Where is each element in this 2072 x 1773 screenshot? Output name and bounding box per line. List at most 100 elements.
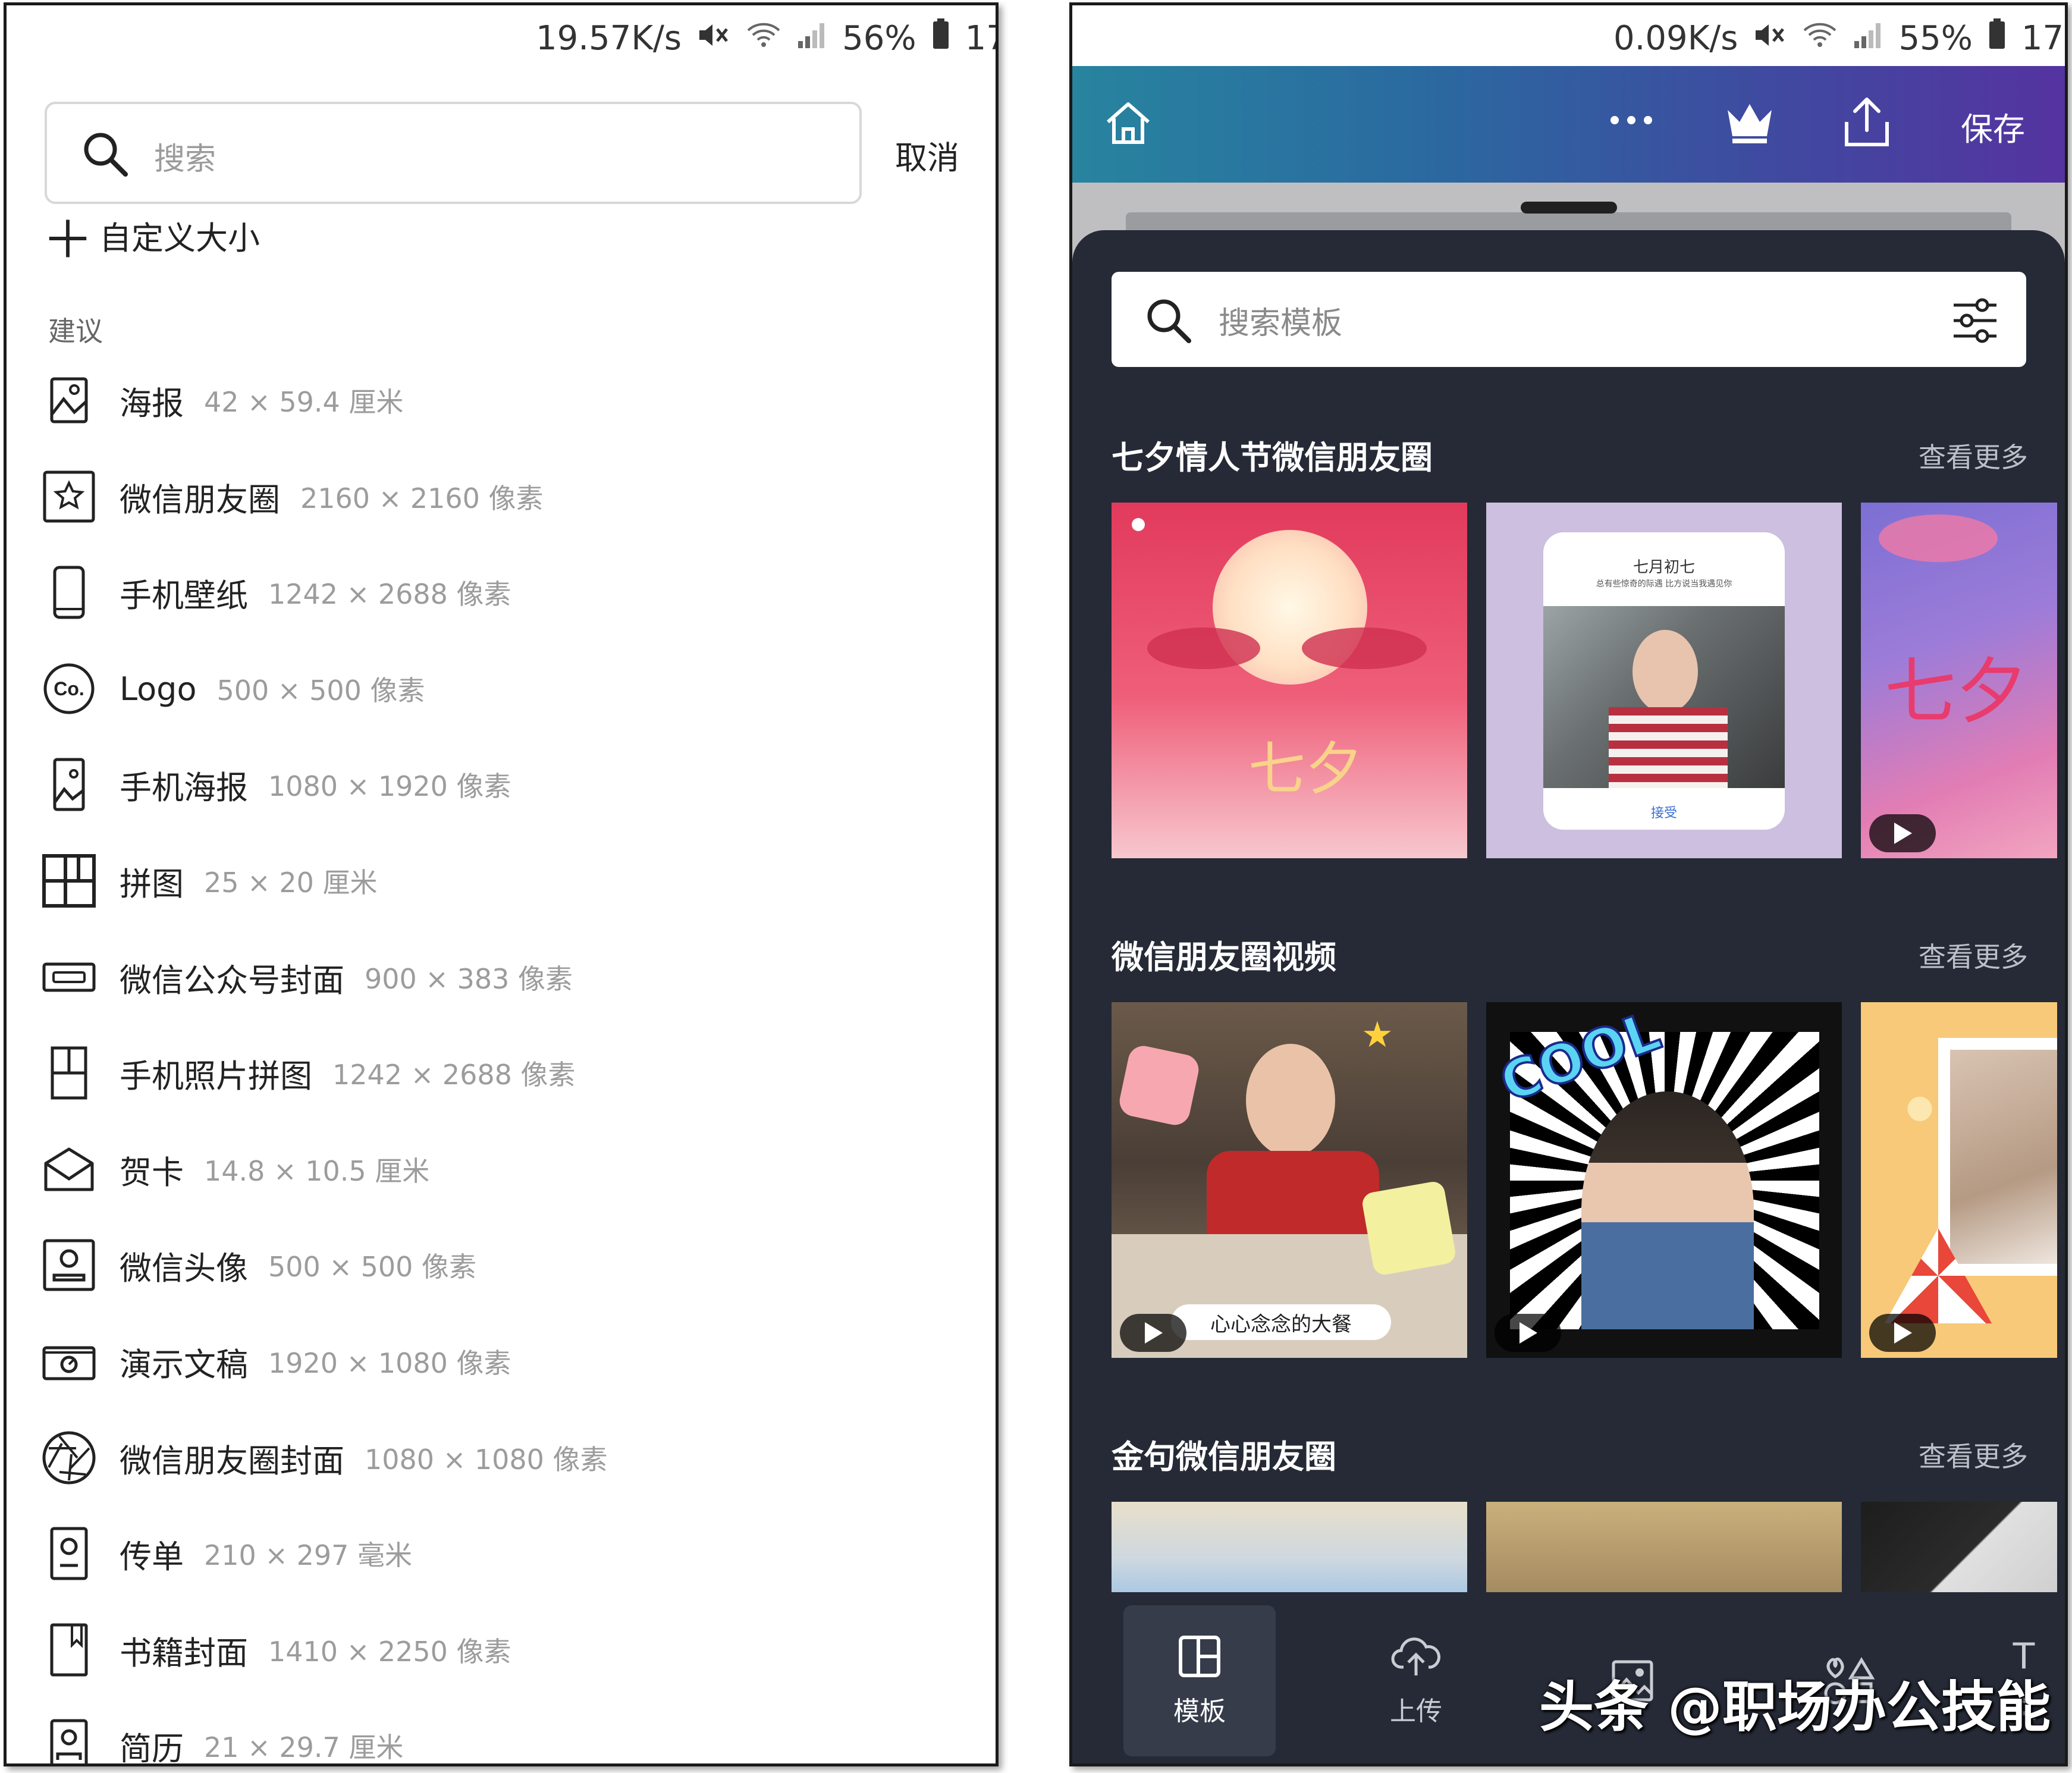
custom-size-button[interactable]: ＋ 自定义大小 xyxy=(42,211,260,270)
nav-label: 上传 xyxy=(1390,1696,1442,1727)
size-option-dimensions: 2160 × 2160 像素 xyxy=(300,482,544,514)
see-more-link[interactable]: 查看更多 xyxy=(1919,1435,2028,1474)
phone-icon xyxy=(36,560,102,625)
size-option-row[interactable]: 微信朋友圈 2160 × 2160 像素 xyxy=(36,461,544,532)
search-input[interactable]: 搜索 xyxy=(45,102,862,204)
size-option-row[interactable]: 贺卡 14.8 × 10.5 厘米 xyxy=(36,1134,429,1205)
mute-icon xyxy=(1753,19,1787,58)
crown-icon[interactable] xyxy=(1724,99,1775,147)
sheet-drag-handle[interactable] xyxy=(1520,202,1617,214)
size-option-name: 手机壁纸 xyxy=(120,576,248,614)
aperture-icon xyxy=(36,1425,102,1490)
size-option-row[interactable]: 传单 210 × 297 毫米 xyxy=(36,1518,412,1589)
striped-shirt xyxy=(1609,707,1728,788)
status-bar: 0.09K/s 55% 17:27 xyxy=(1613,5,2065,71)
play-icon xyxy=(1495,1314,1561,1352)
editor-toolbar: 保存 xyxy=(1072,66,2065,183)
size-option-dimensions: 900 × 383 像素 xyxy=(365,963,573,995)
share-icon[interactable] xyxy=(1842,96,1892,152)
size-option-dimensions: 1242 × 2688 像素 xyxy=(268,578,511,610)
cloud-shape xyxy=(1302,627,1427,669)
clock: 17:26 xyxy=(965,18,996,58)
wifi-icon xyxy=(746,19,781,58)
size-option-row[interactable]: 手机海报 1080 × 1920 像素 xyxy=(36,749,511,820)
poster-icon xyxy=(36,368,102,433)
section-title: 金句微信朋友圈 xyxy=(1112,1438,1336,1476)
size-option-dimensions: 500 × 500 像素 xyxy=(268,1251,477,1283)
template-search-input[interactable]: 搜索模板 xyxy=(1112,272,2026,367)
size-option-dimensions: 1080 × 1080 像素 xyxy=(365,1443,608,1476)
template-thumbnail-qixi-purple[interactable]: 七夕 xyxy=(1861,503,2057,858)
size-option-row[interactable]: 书籍封面 1410 × 2250 像素 xyxy=(36,1614,511,1686)
home-icon[interactable] xyxy=(1103,98,1153,150)
template-thumbnail-cool-video[interactable]: COOL xyxy=(1486,1002,1842,1358)
template-thumbnail-quote-3[interactable] xyxy=(1861,1502,2057,1595)
section-title: 七夕情人节微信朋友圈 xyxy=(1112,439,1433,476)
battery-percent: 55% xyxy=(1898,18,1973,58)
size-option-row[interactable]: 海报 42 × 59.4 厘米 xyxy=(36,365,403,436)
size-option-row[interactable]: Co. Logo 500 × 500 像素 xyxy=(36,653,425,724)
signal-icon xyxy=(1853,19,1883,58)
phone-collage-icon xyxy=(36,1040,102,1106)
plus-icon: ＋ xyxy=(42,210,93,270)
size-option-dimensions: 1920 × 1080 像素 xyxy=(268,1347,511,1379)
template-thumbnail-cat-video[interactable] xyxy=(1861,1002,2057,1358)
avatar-icon xyxy=(36,1232,102,1298)
wifi-icon xyxy=(1802,19,1838,58)
size-option-row[interactable]: 手机照片拼图 1242 × 2688 像素 xyxy=(36,1037,576,1109)
see-more-link[interactable]: 查看更多 xyxy=(1919,436,2028,475)
template-icon xyxy=(1179,1636,1220,1677)
nav-templates[interactable]: 模板 xyxy=(1123,1605,1276,1756)
size-option-name: 微信头像 xyxy=(120,1249,248,1287)
template-thumbnail-quote-1[interactable] xyxy=(1112,1502,1467,1595)
size-option-row[interactable]: 简历 21 × 29.7 厘米 xyxy=(36,1710,403,1763)
caption-pill: 心心念念的大餐 xyxy=(1171,1304,1391,1340)
battery-icon xyxy=(932,18,950,58)
size-option-row[interactable]: 微信头像 500 × 500 像素 xyxy=(36,1229,476,1301)
mute-icon xyxy=(697,19,730,58)
filter-icon[interactable] xyxy=(1950,296,2000,346)
cat-photo xyxy=(1950,1050,2057,1264)
template-thumbnail-qixi-card[interactable]: 七月初七 总有些惊奇的际遇 比方说当我遇见你 接受 xyxy=(1486,503,1842,858)
face-shape xyxy=(1633,630,1698,713)
star-icon: ★ xyxy=(1361,1014,1393,1056)
logo-co-icon: Co. xyxy=(36,656,102,721)
size-option-dimensions: 1080 × 1920 像素 xyxy=(268,770,511,802)
size-option-name: 拼图 xyxy=(120,865,184,903)
template-thumbnail-qixi-red[interactable]: 七夕 xyxy=(1112,503,1467,858)
custom-size-label: 自定义大小 xyxy=(99,219,260,257)
book-icon xyxy=(36,1617,102,1683)
size-option-name: 演示文稿 xyxy=(120,1345,248,1383)
nav-upload[interactable]: 上传 xyxy=(1340,1605,1492,1756)
svg-text:Co.: Co. xyxy=(54,678,84,699)
collage-icon xyxy=(36,848,102,914)
size-option-row[interactable]: 演示文稿 1920 × 1080 像素 xyxy=(36,1326,511,1397)
left-phone-screen: 19.57K/s 56% 17:26 搜索 取消 ＋ 自定义大小 建议 海报 42… xyxy=(4,2,999,1766)
play-icon xyxy=(1869,1314,1936,1352)
template-thumbnail-food-video[interactable]: ★ 心心念念的大餐 xyxy=(1112,1002,1467,1358)
photo-woman-in-car xyxy=(1543,606,1785,788)
size-option-row[interactable]: 微信公众号封面 900 × 383 像素 xyxy=(36,942,573,1013)
size-option-row[interactable]: 拼图 25 × 20 厘米 xyxy=(36,845,377,917)
size-option-row[interactable]: 手机壁纸 1242 × 2688 像素 xyxy=(36,557,511,628)
template-search-placeholder: 搜索模板 xyxy=(1219,306,1343,341)
search-icon xyxy=(1147,299,1191,343)
save-button[interactable]: 保存 xyxy=(1961,103,2025,150)
size-option-name: Logo xyxy=(120,670,197,708)
resume-icon xyxy=(36,1713,102,1763)
battery-percent: 56% xyxy=(842,18,916,58)
size-option-name: 海报 xyxy=(120,384,184,422)
status-bar: 19.57K/s 56% 17:26 xyxy=(536,5,996,71)
size-option-dimensions: 500 × 500 像素 xyxy=(216,674,425,707)
play-icon xyxy=(1869,814,1936,852)
size-option-row[interactable]: 微信朋友圈封面 1080 × 1080 像素 xyxy=(36,1422,608,1493)
size-option-name: 手机照片拼图 xyxy=(120,1057,312,1095)
card-title: 七月初七 xyxy=(1633,558,1695,576)
template-thumbnail-quote-2[interactable] xyxy=(1486,1502,1842,1595)
watermark: 头条 @职场办公技能 xyxy=(1539,1675,2051,1739)
size-option-name: 贺卡 xyxy=(120,1153,184,1191)
see-more-link[interactable]: 查看更多 xyxy=(1919,936,2028,975)
envelope-icon xyxy=(36,1137,102,1202)
more-options-icon[interactable] xyxy=(1608,111,1655,131)
cancel-button[interactable]: 取消 xyxy=(895,131,959,178)
